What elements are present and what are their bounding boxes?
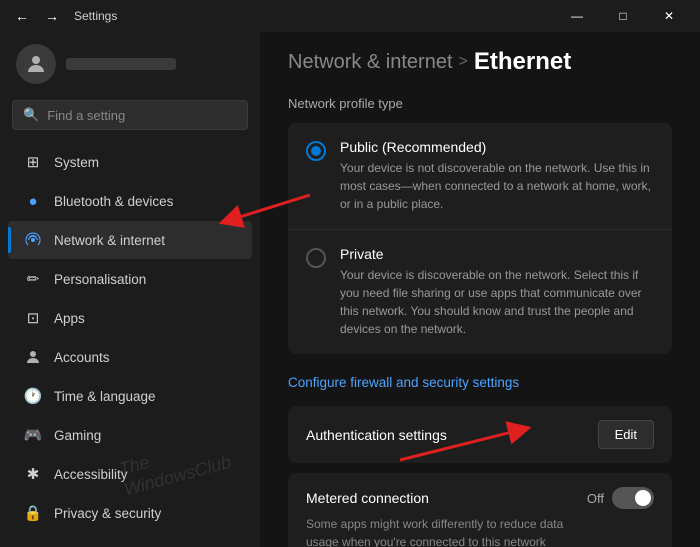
sidebar-item-gaming[interactable]: 🎮 Gaming	[8, 416, 252, 454]
private-option-desc: Your device is discoverable on the netwo…	[340, 266, 654, 338]
sidebar-item-personalisation-label: Personalisation	[54, 272, 146, 287]
metered-title: Metered connection	[306, 490, 429, 506]
firewall-link-row: Configure firewall and security settings	[288, 364, 672, 402]
search-icon: 🔍	[23, 107, 39, 123]
edit-button[interactable]: Edit	[598, 420, 654, 449]
sidebar-item-accessibility[interactable]: ✱ Accessibility	[8, 455, 252, 493]
public-radio[interactable]	[306, 141, 326, 161]
sidebar: 🔍 ⊞ System ● Bluetooth & devices	[0, 32, 260, 547]
public-option-desc: Your device is not discoverable on the n…	[340, 159, 654, 213]
sidebar-item-privacy[interactable]: 🔒 Privacy & security	[8, 494, 252, 532]
network-profile-card: Public (Recommended) Your device is not …	[288, 123, 672, 354]
back-button[interactable]: ←	[8, 2, 36, 30]
privacy-icon: 🔒	[24, 504, 42, 522]
sidebar-item-bluetooth[interactable]: ● Bluetooth & devices	[8, 182, 252, 220]
search-input[interactable]	[47, 108, 237, 123]
sidebar-profile	[0, 32, 260, 100]
sidebar-item-update[interactable]: ↻ Windows Update	[8, 533, 252, 539]
sidebar-item-apps-label: Apps	[54, 311, 85, 326]
public-radio-inner	[311, 146, 321, 156]
breadcrumb-separator: >	[459, 53, 468, 71]
section-label: Network profile type	[288, 96, 672, 111]
metered-header: Metered connection Off	[306, 487, 654, 509]
accessibility-icon: ✱	[24, 465, 42, 483]
window-controls: — □ ✕	[554, 0, 692, 32]
public-option-title: Public (Recommended)	[340, 139, 654, 155]
sidebar-item-network-label: Network & internet	[54, 233, 165, 248]
personalisation-icon: ✏	[24, 270, 42, 288]
toggle-thumb	[635, 490, 651, 506]
public-option-row[interactable]: Public (Recommended) Your device is not …	[288, 123, 672, 229]
firewall-link[interactable]: Configure firewall and security settings	[288, 375, 519, 390]
accounts-icon	[24, 348, 42, 366]
breadcrumb: Network & internet > Ethernet	[288, 48, 672, 76]
sidebar-item-privacy-label: Privacy & security	[54, 506, 161, 521]
breadcrumb-current: Ethernet	[474, 48, 571, 76]
apps-icon: ⊡	[24, 309, 42, 327]
main-layout: 🔍 ⊞ System ● Bluetooth & devices	[0, 32, 700, 547]
sidebar-item-accessibility-label: Accessibility	[54, 467, 128, 482]
title-bar-nav: ← →	[8, 2, 66, 30]
sidebar-item-personalisation[interactable]: ✏ Personalisation	[8, 260, 252, 298]
content-header: Network & internet > Ethernet	[260, 32, 700, 96]
metered-row: Metered connection Off Some apps might w…	[288, 473, 672, 547]
sidebar-item-network[interactable]: Network & internet	[8, 221, 252, 259]
title-bar: ← → Settings — □ ✕	[0, 0, 700, 32]
sidebar-item-apps[interactable]: ⊡ Apps	[8, 299, 252, 337]
auth-settings-label: Authentication settings	[306, 427, 586, 443]
avatar	[16, 44, 56, 84]
close-button[interactable]: ✕	[646, 0, 692, 32]
private-option-title: Private	[340, 246, 654, 262]
toggle-container: Off	[587, 487, 654, 509]
maximize-button[interactable]: □	[600, 0, 646, 32]
sidebar-item-system-label: System	[54, 155, 99, 170]
gaming-icon: 🎮	[24, 426, 42, 444]
profile-name	[66, 58, 176, 70]
content-area: Network & internet > Ethernet Network pr…	[260, 32, 700, 547]
bluetooth-icon: ●	[24, 192, 42, 210]
sidebar-items: ⊞ System ● Bluetooth & devices Network &…	[0, 142, 260, 539]
metered-toggle[interactable]	[612, 487, 654, 509]
sidebar-item-time[interactable]: 🕐 Time & language	[8, 377, 252, 415]
forward-button[interactable]: →	[38, 2, 66, 30]
auth-settings-row: Authentication settings Edit	[288, 406, 672, 463]
time-icon: 🕐	[24, 387, 42, 405]
sidebar-item-accounts[interactable]: Accounts	[8, 338, 252, 376]
minimize-button[interactable]: —	[554, 0, 600, 32]
public-text-block: Public (Recommended) Your device is not …	[340, 139, 654, 213]
sidebar-item-gaming-label: Gaming	[54, 428, 101, 443]
private-option-row[interactable]: Private Your device is discoverable on t…	[288, 229, 672, 354]
network-icon	[24, 231, 42, 249]
toggle-label: Off	[587, 491, 604, 506]
search-box[interactable]: 🔍	[12, 100, 248, 130]
sidebar-item-time-label: Time & language	[54, 389, 156, 404]
breadcrumb-parent[interactable]: Network & internet	[288, 51, 453, 74]
sidebar-item-system[interactable]: ⊞ System	[8, 143, 252, 181]
window-title: Settings	[74, 9, 117, 23]
sidebar-item-accounts-label: Accounts	[54, 350, 110, 365]
private-text-block: Private Your device is discoverable on t…	[340, 246, 654, 338]
metered-desc: Some apps might work differently to redu…	[306, 515, 586, 547]
sidebar-item-bluetooth-label: Bluetooth & devices	[54, 194, 173, 209]
private-radio[interactable]	[306, 248, 326, 268]
title-bar-left: ← → Settings	[8, 2, 117, 30]
content-body: Network profile type Public (Recommended…	[260, 96, 700, 547]
system-icon: ⊞	[24, 153, 42, 171]
